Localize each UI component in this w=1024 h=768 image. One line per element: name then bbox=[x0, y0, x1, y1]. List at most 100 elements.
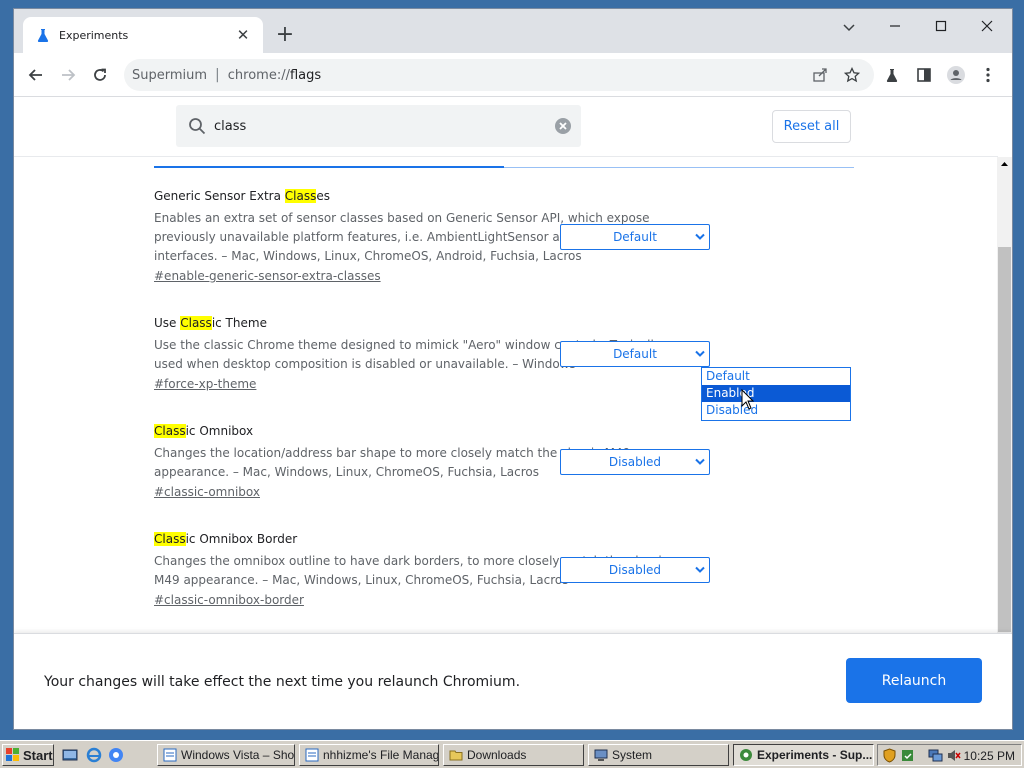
windows-logo-icon bbox=[6, 748, 19, 761]
new-tab-button[interactable]: + bbox=[272, 23, 298, 49]
tab-close-icon[interactable]: ✕ bbox=[235, 26, 251, 44]
flag-permalink[interactable]: #classic-omnibox bbox=[154, 485, 260, 499]
security-shield-icon[interactable] bbox=[882, 748, 897, 763]
select-value: Default bbox=[613, 230, 657, 244]
folder-icon bbox=[449, 750, 463, 761]
forward-arrow-icon[interactable] bbox=[54, 61, 82, 89]
chevron-down-icon bbox=[695, 233, 705, 240]
scrollbar-thumb[interactable] bbox=[998, 247, 1011, 632]
scroll-up-arrow-icon[interactable] bbox=[997, 157, 1012, 171]
flag-title-text: ic Omnibox Border bbox=[185, 532, 298, 546]
clear-search-icon[interactable] bbox=[554, 117, 572, 135]
taskbar-item-label: Downloads bbox=[467, 748, 527, 762]
page-scrollbar[interactable] bbox=[997, 157, 1012, 633]
reload-icon[interactable] bbox=[86, 61, 114, 89]
profile-avatar-icon[interactable] bbox=[942, 61, 970, 89]
url-path: flags bbox=[289, 67, 322, 83]
flag-title-text: Use bbox=[154, 316, 181, 330]
taskbar-item-windows-vista[interactable]: Windows Vista – Sho... bbox=[157, 744, 295, 766]
relaunch-footer: Your changes will take effect the next t… bbox=[14, 633, 1012, 729]
relaunch-message: Your changes will take effect the next t… bbox=[44, 674, 521, 690]
flags-page: class Reset all Generic Sensor Extra Cla… bbox=[14, 97, 998, 633]
taskbar-item-downloads[interactable]: Downloads bbox=[443, 744, 584, 766]
browser-page-icon bbox=[305, 748, 319, 762]
minimize-button[interactable] bbox=[875, 15, 915, 39]
supermium-logo-icon bbox=[740, 749, 752, 761]
address-bar[interactable]: Supermium | chrome://flags bbox=[124, 59, 874, 91]
taskbar: Start Windows Vista – Sho... nhhizme's F… bbox=[0, 740, 1024, 768]
tab-experiments[interactable]: Experiments ✕ bbox=[23, 17, 263, 53]
side-panel-icon[interactable] bbox=[910, 61, 938, 89]
network-icon[interactable] bbox=[928, 748, 943, 763]
taskbar-item-label: System bbox=[612, 748, 653, 762]
search-box[interactable]: class bbox=[176, 105, 581, 147]
flag-title: Classic Omnibox Border bbox=[154, 530, 854, 548]
browser-toolbar: Supermium | chrome://flags bbox=[14, 53, 1012, 97]
flask-icon bbox=[35, 27, 51, 43]
select-value: Default bbox=[613, 347, 657, 361]
flag-permalink[interactable]: #force-xp-theme bbox=[154, 377, 256, 391]
labs-flask-icon[interactable] bbox=[878, 61, 906, 89]
close-window-button[interactable] bbox=[967, 15, 1007, 39]
relaunch-button[interactable]: Relaunch bbox=[846, 658, 982, 703]
flag-permalink[interactable]: #classic-omnibox-border bbox=[154, 593, 304, 607]
tab-title: Experiments bbox=[59, 28, 129, 42]
system-tray: 10:25 PM bbox=[877, 744, 1022, 766]
dropdown-option-enabled[interactable]: Enabled bbox=[702, 385, 850, 402]
chevron-down-icon bbox=[695, 458, 705, 465]
flag-permalink[interactable]: #enable-generic-sensor-extra-classes bbox=[154, 269, 381, 283]
taskbar-item-experiments[interactable]: Experiments - Sup... bbox=[733, 744, 874, 766]
url-scheme: chrome:// bbox=[227, 67, 290, 83]
flag-state-select[interactable]: Disabled bbox=[560, 449, 710, 475]
flag-title-text: ic Omnibox bbox=[185, 424, 254, 438]
flag-title-text: es bbox=[316, 189, 331, 203]
update-icon[interactable] bbox=[900, 748, 915, 763]
url-text: chrome://flags bbox=[228, 68, 321, 83]
search-match-highlight: Class bbox=[154, 532, 186, 546]
show-desktop-icon[interactable] bbox=[62, 747, 78, 763]
search-input[interactable]: class bbox=[214, 119, 554, 134]
omnibox-separator: | bbox=[215, 67, 220, 83]
start-button[interactable]: Start bbox=[2, 744, 54, 766]
flag-state-select[interactable]: Default bbox=[560, 224, 710, 250]
maximize-button[interactable] bbox=[921, 15, 961, 39]
flag-classic-omnibox-border: Classic Omnibox Border Changes the omnib… bbox=[154, 530, 854, 607]
site-chip: Supermium bbox=[132, 67, 208, 83]
tab-search-chevron-icon[interactable] bbox=[829, 15, 869, 39]
menu-kebab-icon[interactable] bbox=[974, 61, 1002, 89]
flags-header: class Reset all bbox=[14, 97, 998, 157]
browser-page-icon bbox=[163, 748, 177, 762]
dropdown-option-disabled[interactable]: Disabled bbox=[702, 402, 850, 419]
tab-strip: Experiments ✕ + bbox=[14, 9, 1012, 53]
chevron-down-icon bbox=[695, 350, 705, 357]
search-match-highlight: Class bbox=[180, 316, 212, 330]
flag-title: Classic Omnibox bbox=[154, 422, 854, 440]
select-dropdown-list: Default Enabled Disabled bbox=[701, 367, 851, 421]
volume-muted-icon[interactable] bbox=[946, 748, 961, 763]
flag-state-select-open[interactable]: Default bbox=[560, 341, 710, 367]
dropdown-option-default[interactable]: Default bbox=[702, 368, 850, 385]
flag-title-text: ic Theme bbox=[211, 316, 267, 330]
search-match-highlight: Class bbox=[154, 424, 186, 438]
taskbar-item-file-manager[interactable]: nhhizme's File Manag... bbox=[299, 744, 439, 766]
chevron-down-icon bbox=[695, 566, 705, 573]
select-value: Disabled bbox=[608, 455, 662, 469]
browser-quicklaunch-icon[interactable] bbox=[108, 747, 124, 763]
search-match-highlight: Class bbox=[284, 189, 317, 203]
bookmark-star-icon[interactable] bbox=[842, 65, 862, 85]
system-computer-icon bbox=[594, 749, 608, 761]
flag-generic-sensor-extra-classes: Generic Sensor Extra Classes Enables an … bbox=[154, 187, 854, 283]
start-label: Start bbox=[23, 747, 53, 763]
taskbar-item-label: Experiments - Sup... bbox=[757, 748, 873, 762]
internet-explorer-icon[interactable] bbox=[86, 747, 102, 763]
taskbar-item-label: Windows Vista – Sho... bbox=[181, 748, 295, 762]
mouse-cursor-icon bbox=[741, 389, 755, 410]
flag-state-select[interactable]: Disabled bbox=[560, 557, 710, 583]
search-icon bbox=[188, 117, 206, 135]
back-arrow-icon[interactable] bbox=[22, 61, 50, 89]
share-icon[interactable] bbox=[810, 65, 830, 85]
reset-all-button[interactable]: Reset all bbox=[772, 110, 851, 143]
clock: 10:25 PM bbox=[963, 749, 1015, 763]
taskbar-item-system[interactable]: System bbox=[588, 744, 729, 766]
active-tab-indicator bbox=[154, 166, 504, 168]
